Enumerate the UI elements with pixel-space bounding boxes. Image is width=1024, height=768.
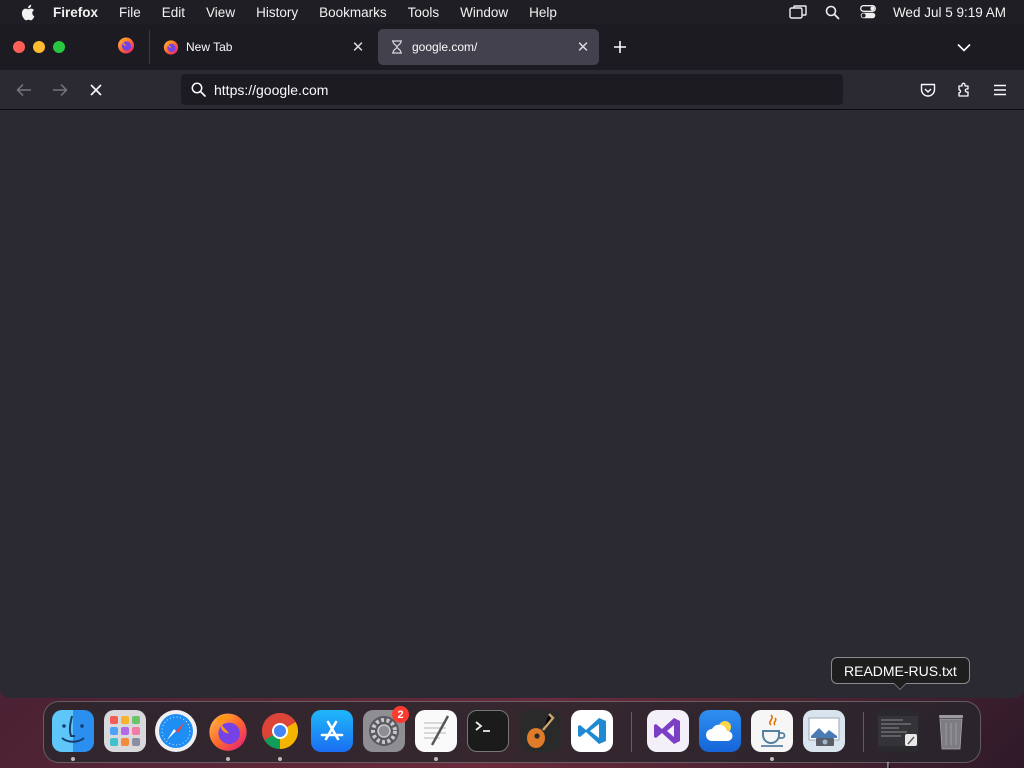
firefox-icon [117,36,135,59]
forward-arrow-icon[interactable] [48,78,72,102]
firefox-view-button[interactable] [106,30,146,64]
navigation-toolbar [0,70,1024,110]
menu-history[interactable]: History [256,5,298,20]
dock-tooltip: README-RUS.txt [831,657,970,684]
menubar-clock[interactable]: Wed Jul 5 9:19 AM [893,5,1006,20]
new-tab-plus-icon[interactable] [609,36,631,58]
hourglass-icon [389,39,405,55]
launchpad-icon[interactable] [104,710,146,752]
tab-separator [149,30,150,64]
page-content-area[interactable] [0,111,1024,698]
weather-cloud-icon[interactable] [699,710,741,752]
dock-divider [863,712,864,752]
running-indicator [226,757,230,761]
firefox-window: New Tab ✕ google.com/ ✕ [0,24,1024,698]
running-indicator [71,757,75,761]
visual-studio-icon[interactable] [647,710,689,752]
url-bar[interactable] [181,74,843,105]
safari-icon[interactable] [155,710,197,752]
control-center-icon[interactable] [859,4,877,20]
extensions-puzzle-icon[interactable] [952,78,976,102]
finder-icon[interactable] [52,710,94,752]
terminal-icon[interactable] [467,710,509,752]
screen-mirroring-icon[interactable] [789,4,807,20]
tab-close-icon[interactable]: ✕ [346,35,370,59]
menu-help[interactable]: Help [529,5,557,20]
notification-badge: 2 [392,706,409,723]
running-indicator [434,757,438,761]
tab-new-tab[interactable]: New Tab ✕ [152,29,374,65]
textedit-icon[interactable] [415,710,457,752]
dock-divider [631,712,632,752]
apple-menu-icon[interactable] [17,2,37,22]
dock: 2 [43,701,981,763]
menu-bar: Firefox File Edit View History Bookmarks… [0,0,1024,24]
menu-tools[interactable]: Tools [408,5,440,20]
menu-edit[interactable]: Edit [162,5,185,20]
tab-google[interactable]: google.com/ ✕ [378,29,599,65]
url-input[interactable] [214,81,814,98]
menu-bookmarks[interactable]: Bookmarks [319,5,387,20]
window-maximize-button[interactable] [53,41,65,53]
tab-title: New Tab [186,40,233,54]
menu-window[interactable]: Window [460,5,508,20]
garageband-guitar-icon[interactable] [519,710,561,752]
mouse-pointer-icon [887,758,897,768]
spotlight-search-icon[interactable] [824,4,842,20]
tab-strip: New Tab ✕ google.com/ ✕ [0,24,1024,70]
tooltip-arrow-inner [894,683,906,689]
vscode-icon[interactable] [571,710,613,752]
back-arrow-icon[interactable] [12,78,36,102]
preview-icon[interactable] [803,710,845,752]
tab-title: google.com/ [412,40,478,54]
window-close-button[interactable] [13,41,25,53]
tab-list-chevron-down-icon[interactable] [953,36,975,58]
app-store-icon[interactable] [311,710,353,752]
trash-icon[interactable] [930,710,972,752]
pocket-icon[interactable] [916,78,940,102]
menu-file[interactable]: File [119,5,141,20]
search-icon [189,81,207,99]
window-minimize-button[interactable] [33,41,45,53]
menu-firefox[interactable]: Firefox [53,5,98,20]
document-file-icon[interactable] [877,710,919,752]
running-indicator [770,757,774,761]
firefox-dock-icon[interactable] [207,710,249,752]
running-indicator [278,757,282,761]
chrome-icon[interactable] [259,710,301,752]
java-coffee-cup-icon[interactable] [751,710,793,752]
stop-loading-icon[interactable] [84,78,108,102]
tab-close-icon[interactable]: ✕ [571,35,595,59]
hamburger-menu-icon[interactable] [988,78,1012,102]
menu-view[interactable]: View [206,5,235,20]
firefox-icon [163,39,179,55]
